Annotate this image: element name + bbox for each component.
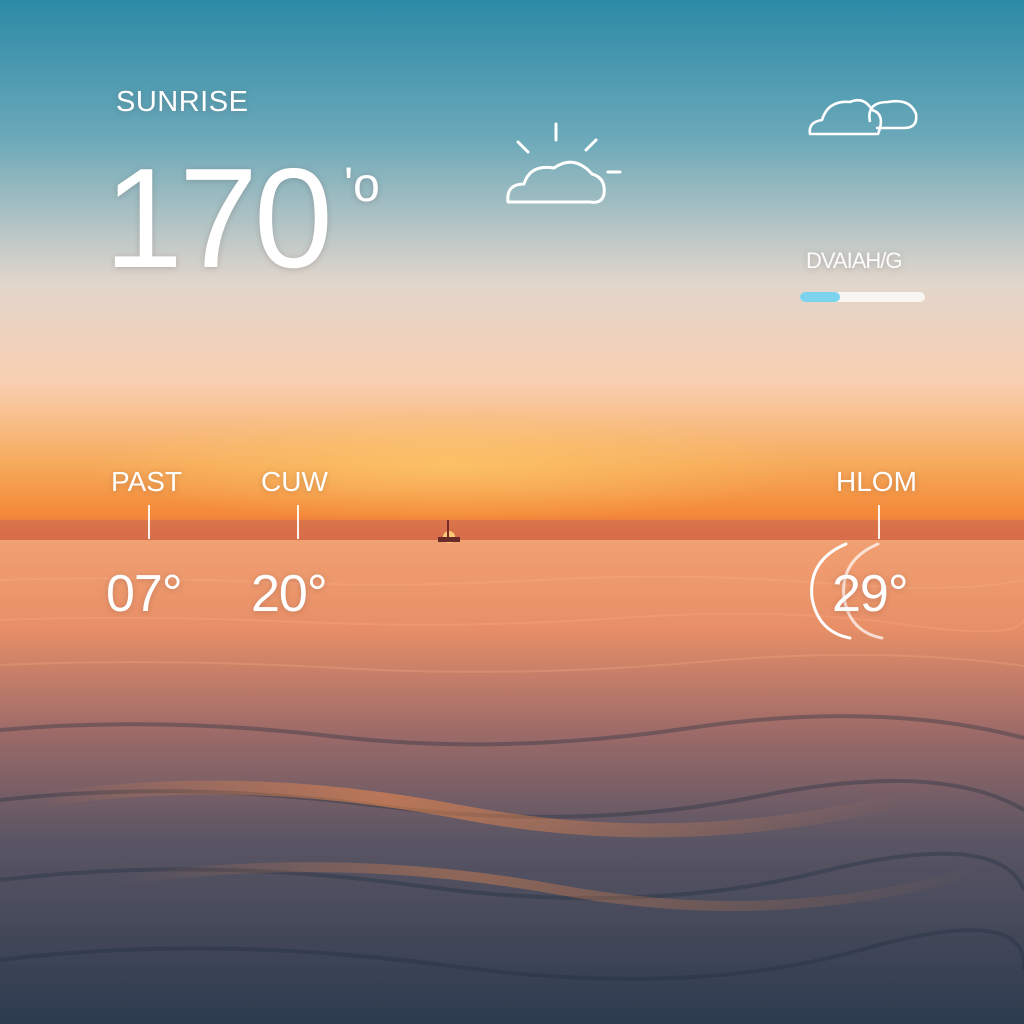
partly-sunny-icon[interactable]: [500, 118, 628, 210]
forecast-label-past: PAST: [111, 466, 183, 497]
main-temperature: 170: [104, 139, 333, 298]
forecast-tick-past: [148, 505, 150, 539]
forecast-tick-cuw: [297, 505, 299, 539]
forecast-tick-hlom: [878, 505, 880, 539]
forecast-temp-hlom: 29°: [832, 565, 909, 623]
forecast-label-hlom: HLOM: [836, 466, 917, 497]
wind-progress-bar: [800, 292, 925, 302]
wind-label: DVAIAH/G: [806, 248, 903, 273]
cloudy-icon[interactable]: [806, 92, 922, 140]
wind-progress-fill: [800, 292, 840, 302]
temperature-unit: 'o: [344, 159, 380, 212]
forecast-label-cuw: CUW: [261, 466, 328, 497]
sunrise-label: SUNRISE: [116, 86, 249, 118]
forecast-temp-past: 07°: [106, 565, 183, 623]
forecast-temp-cuw: 20°: [251, 565, 328, 623]
